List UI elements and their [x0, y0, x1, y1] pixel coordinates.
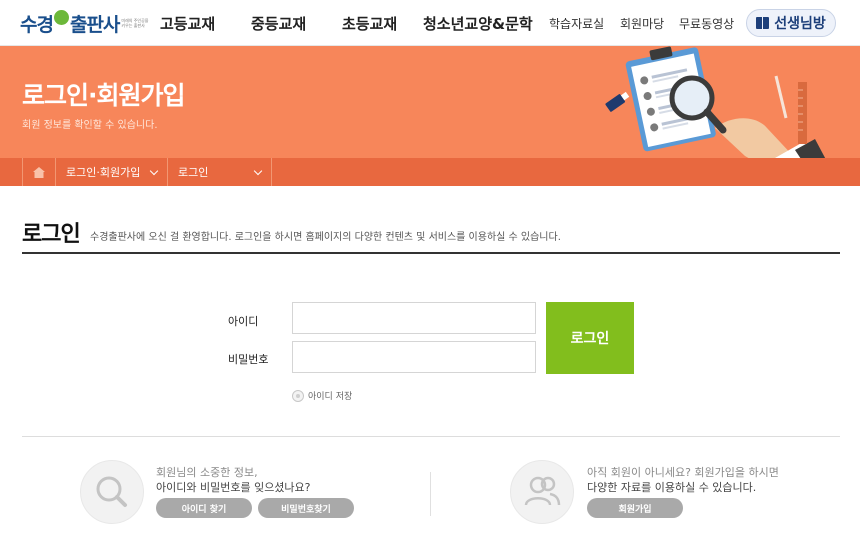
join-line1: 아직 회원이 아니세요? 회원가입을 하시면 [587, 466, 779, 479]
join-line2: 다양한 자료를 이용하실 수 있습니다. [587, 481, 757, 494]
id-input[interactable] [292, 302, 536, 334]
breadcrumb-level1-dropdown[interactable]: 로그인·회원가입 [56, 158, 168, 186]
logo-tagline: 미래의 주인공을 키우는 출판사 [121, 18, 149, 28]
find-account-text: 회원님의 소중한 정보, 아이디와 비밀번호를 잊으셨나요? [156, 465, 416, 495]
section-divider [22, 436, 840, 437]
find-account-line2: 아이디와 비밀번호를 잊으셨나요? [156, 481, 311, 494]
breadcrumb-level1-label: 로그인·회원가입 [66, 166, 141, 179]
nav-high-school[interactable]: 고등교재 [160, 0, 215, 46]
site-logo[interactable]: 수경 출판사 미래의 주인공을 키우는 출판사 [20, 6, 151, 40]
nav-free-videos[interactable]: 무료동영상 [679, 0, 734, 46]
save-id-option[interactable]: 아이디 저장 [292, 389, 352, 402]
nav-middle-school[interactable]: 중등교재 [251, 0, 306, 46]
find-account-icon-circle [80, 460, 144, 524]
search-icon [96, 476, 127, 507]
logo-text-1: 수경 [20, 13, 54, 36]
logo-text-2: 출판사 [69, 13, 120, 36]
nav-member-area[interactable]: 회원마당 [620, 0, 664, 46]
title-divider [22, 252, 840, 254]
breadcrumb-level2-label: 로그인 [178, 166, 209, 179]
home-icon [33, 166, 45, 178]
find-account-line1: 회원님의 소중한 정보, [156, 466, 258, 479]
nav-learning-resources[interactable]: 학습자료실 [549, 0, 604, 46]
password-label: 비밀번호 [228, 353, 269, 366]
find-id-button[interactable]: 아이디 찾기 [156, 498, 252, 518]
chevron-down-icon [149, 166, 159, 176]
vertical-divider [430, 472, 431, 516]
book-icon [756, 16, 770, 30]
clipboard-magnifier-illustration [605, 46, 826, 158]
teacher-room-button[interactable]: 선생님방 [746, 9, 836, 37]
breadcrumb-level2-dropdown[interactable]: 로그인 [168, 158, 272, 186]
page-description: 수경출판사에 오신 걸 환영합니다. 로그인을 하시면 홈페이지의 다양한 컨텐… [90, 232, 561, 243]
nav-elementary[interactable]: 초등교재 [342, 0, 397, 46]
id-label: 아이디 [228, 315, 259, 328]
nav-youth-literature[interactable]: 청소년교양&문학 [423, 0, 533, 46]
page-banner: 로그인·회원가입 회원 정보를 확인할 수 있습니다. [0, 46, 860, 158]
password-input[interactable] [292, 341, 536, 373]
breadcrumb-home[interactable] [22, 158, 56, 186]
chevron-down-icon [253, 166, 263, 176]
banner-description: 회원 정보를 확인할 수 있습니다. [22, 120, 158, 131]
save-id-radio[interactable] [292, 389, 304, 402]
breadcrumb: 로그인·회원가입 로그인 [0, 158, 860, 186]
logo-leaf-icon [53, 9, 69, 25]
join-text: 아직 회원이 아니세요? 회원가입을 하시면 다양한 자료를 이용하실 수 있습… [587, 465, 840, 495]
find-password-button[interactable]: 비밀번호찾기 [258, 498, 354, 518]
join-button[interactable]: 회원가입 [587, 498, 683, 518]
page-title: 로그인 [22, 222, 81, 247]
login-button[interactable]: 로그인 [546, 302, 634, 374]
users-icon [524, 476, 561, 506]
teacher-room-label: 선생님방 [774, 16, 826, 32]
join-icon-circle [510, 460, 574, 524]
site-header: 수경 출판사 미래의 주인공을 키우는 출판사 고등교재 중등교재 초등교재 청… [0, 0, 860, 46]
banner-title: 로그인·회원가입 [22, 81, 185, 110]
save-id-label: 아이디 저장 [308, 392, 353, 402]
